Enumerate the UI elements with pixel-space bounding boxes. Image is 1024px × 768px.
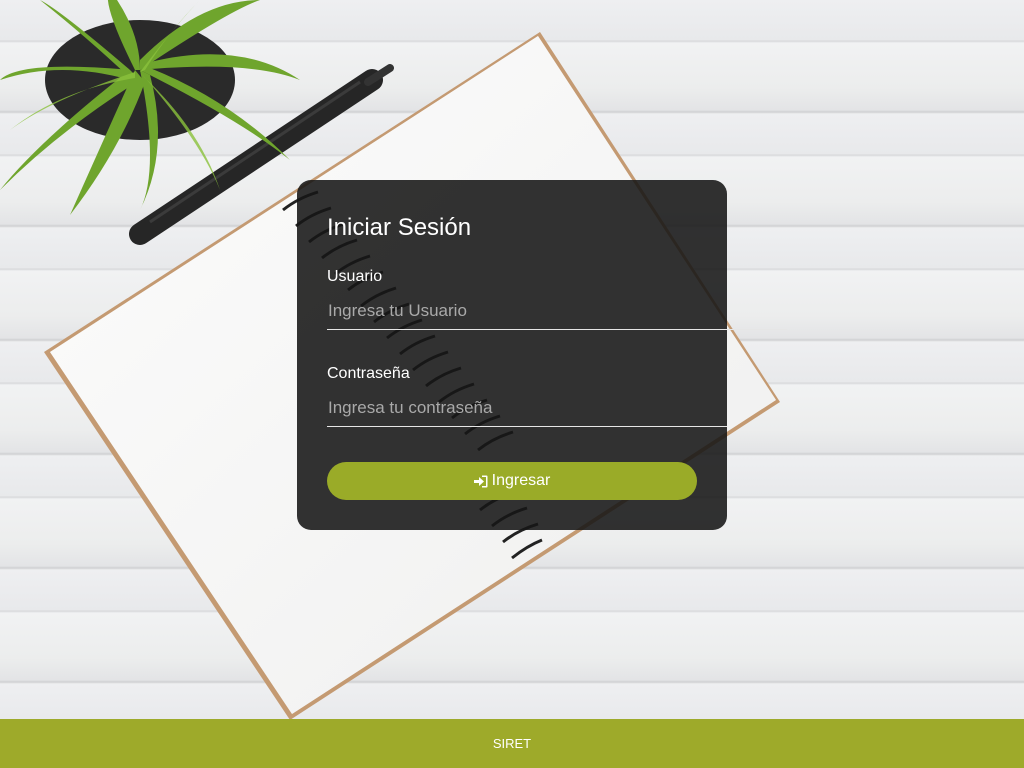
password-label: Contraseña — [327, 365, 410, 382]
username-input[interactable] — [327, 293, 787, 330]
password-input[interactable] — [327, 390, 727, 427]
login-page: Iniciar Sesión Usuario Contraseña Ingres… — [0, 0, 1024, 768]
login-title: Iniciar Sesión — [327, 214, 472, 241]
plant-image — [0, 0, 300, 215]
sign-in-icon — [473, 475, 488, 488]
login-card: Iniciar Sesión Usuario Contraseña Ingres… — [297, 180, 787, 530]
footer-bar: SIRET — [0, 719, 1024, 768]
login-submit-label: Ingresar — [491, 472, 551, 489]
username-label: Usuario — [327, 268, 383, 285]
login-submit-button[interactable]: Ingresar — [327, 462, 697, 500]
footer-text: SIRET — [492, 736, 532, 751]
